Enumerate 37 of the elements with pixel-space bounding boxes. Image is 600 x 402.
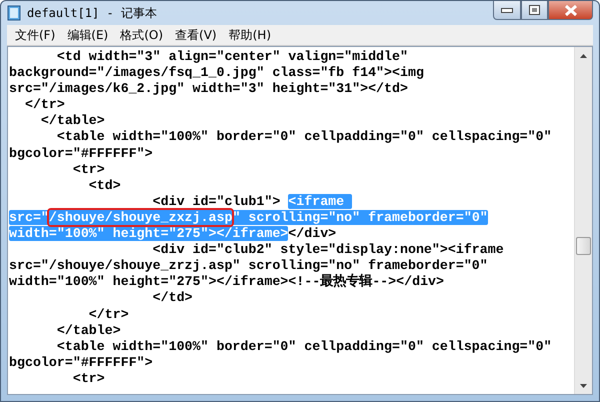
code-line: <tr> [72, 370, 106, 387]
scroll-thumb[interactable] [576, 236, 591, 254]
code-line: <td width="3" align="center" valign="middle" [56, 49, 409, 66]
code-line: </table> [56, 322, 122, 339]
window-title: default[1] - 记事本 [27, 4, 157, 22]
menu-item[interactable]: 格式(O) [114, 26, 170, 44]
scrollbar[interactable] [574, 47, 592, 394]
code-line: bgcolor="#FFFFFF"> [9, 354, 154, 371]
code-line: <div id="club1"> <iframe [9, 194, 574, 210]
minimize-icon [501, 8, 513, 12]
code-line: background="/images/fsq_1_0.jpg" class="fb f14"><img [9, 65, 425, 82]
code-line: <td> [88, 178, 122, 194]
code-line: src="/shouye/shouye_zrzj.asp" scrolling="no" frameborder="0" [9, 258, 489, 274]
scroll-up-icon[interactable] [580, 54, 587, 58]
scroll-down-icon[interactable] [580, 384, 587, 388]
menu-item[interactable]: 帮助(H) [222, 26, 277, 44]
code-line: <table width="100%" border="0" cellpadding="0" cellspacing="0" [56, 129, 553, 146]
notepad-icon [7, 5, 21, 21]
code-line: </td> [152, 290, 194, 306]
code-line: <tr> [72, 162, 106, 178]
code-line: </tr> [88, 306, 130, 323]
code-line: <div id="club2" style="display:none"><iframe [152, 242, 505, 258]
menu-item[interactable]: 查看(V) [169, 26, 223, 44]
maximize-icon [529, 5, 540, 15]
code-line: width="100%" height="275"></iframe><!--最热专辑--></div> [9, 274, 446, 290]
code-line: src="/images/k6_2.jpg" width="3" height="31"></td> [9, 81, 409, 98]
menu-item[interactable]: 文件(F) [9, 26, 62, 44]
maximize-button[interactable] [521, 1, 548, 20]
close-button[interactable] [548, 1, 593, 20]
code-line: bgcolor="#FFFFFF"> [9, 146, 154, 162]
close-icon [564, 4, 578, 16]
code-line: </tr> [24, 97, 66, 114]
code-line: width="100%" height="275"></iframe></div> [9, 226, 338, 242]
code-line: <table width="100%" border="0" cellpadding="0" cellspacing="0" [56, 338, 553, 355]
minimize-button[interactable] [493, 1, 521, 20]
menu-item[interactable]: 编辑(E) [61, 26, 114, 44]
code-line: </table> [40, 113, 106, 130]
